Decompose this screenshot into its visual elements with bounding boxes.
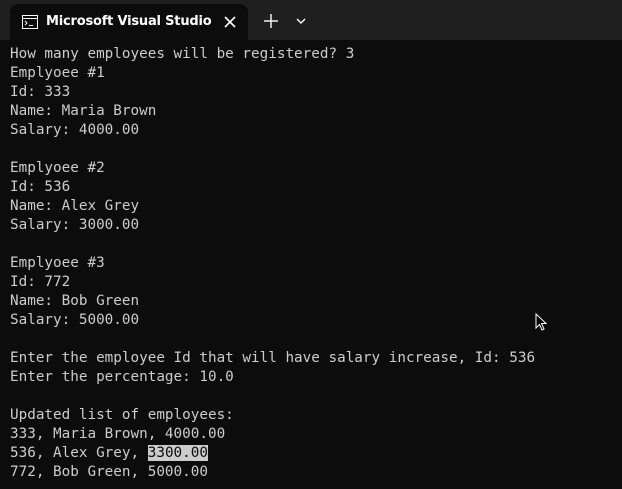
- console-line: Id: 772: [10, 274, 71, 290]
- console-line: Id: 536: [10, 179, 71, 195]
- tab-title: Microsoft Visual Studio Debug Console: [46, 14, 214, 29]
- chevron-down-icon[interactable]: [290, 10, 312, 32]
- console-output[interactable]: How many employees will be registered? 3…: [0, 40, 622, 489]
- console-line: 772, Bob Green, 5000.00: [10, 464, 208, 480]
- console-line: Enter the employee Id that will have sal…: [10, 350, 536, 366]
- selected-text[interactable]: 3300.00: [147, 445, 208, 461]
- console-app-icon: [22, 15, 38, 29]
- title-bar: Microsoft Visual Studio Debug Console: [0, 0, 622, 40]
- console-line: Name: Alex Grey: [10, 198, 140, 214]
- console-line: Name: Maria Brown: [10, 103, 157, 119]
- console-line: Emplyoee #3: [10, 255, 105, 271]
- close-icon[interactable]: [222, 14, 238, 30]
- console-line: Salary: 4000.00: [10, 122, 140, 138]
- console-line: Salary: 5000.00: [10, 312, 140, 328]
- console-line: Name: Bob Green: [10, 293, 140, 309]
- console-line: Id: 333: [10, 84, 71, 100]
- console-line: Enter the percentage: 10.0: [10, 369, 234, 385]
- console-line: Emplyoee #2: [10, 160, 105, 176]
- tab-debug-console[interactable]: Microsoft Visual Studio Debug Console: [10, 4, 248, 40]
- console-line: Emplyoee #1: [10, 65, 105, 81]
- console-line: 333, Maria Brown, 4000.00: [10, 426, 226, 442]
- console-line: 536, Alex Grey, 3300.00: [10, 444, 208, 463]
- terminal-window: Microsoft Visual Studio Debug Console Ho…: [0, 0, 622, 489]
- mouse-pointer-icon: [535, 313, 547, 331]
- console-line: Updated list of employees:: [10, 407, 234, 423]
- console-line: Salary: 3000.00: [10, 217, 140, 233]
- console-line: How many employees will be registered? 3: [10, 46, 355, 62]
- new-tab-plus-icon[interactable]: [258, 10, 284, 32]
- console-line-text: 536, Alex Grey,: [10, 445, 148, 461]
